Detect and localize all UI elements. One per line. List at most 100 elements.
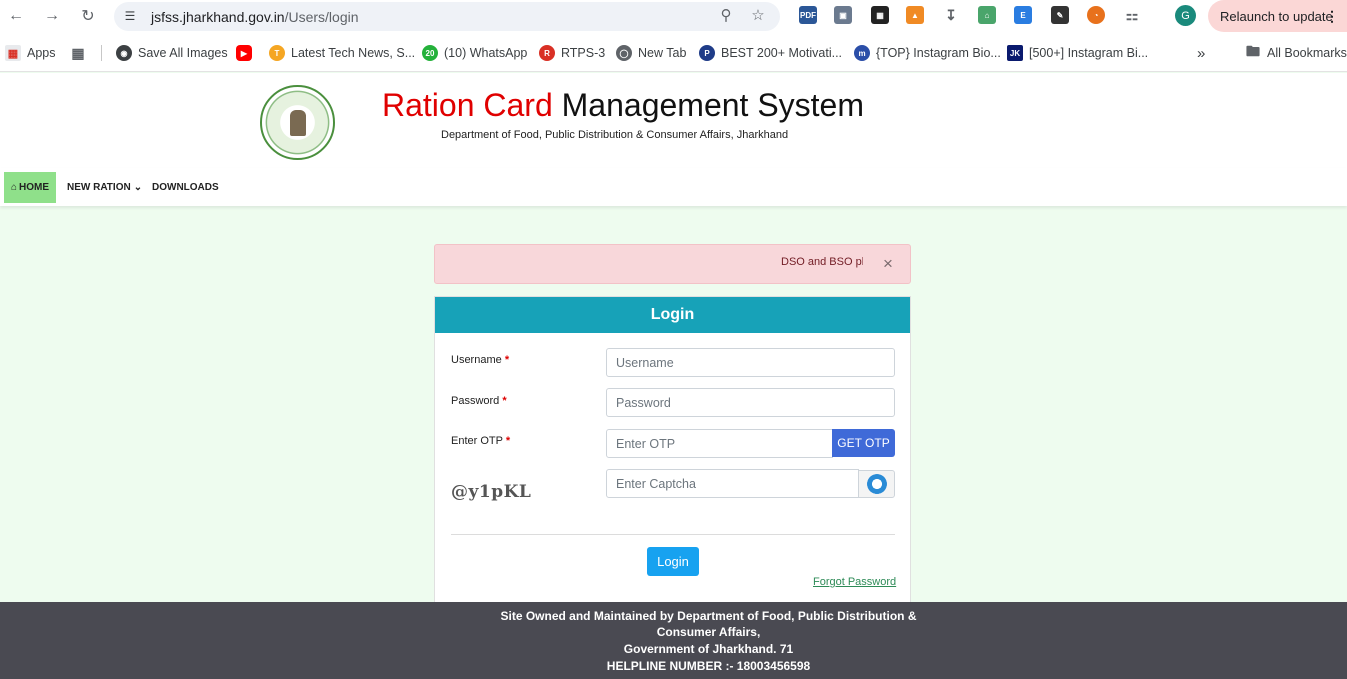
translate-extension-icon[interactable]: E — [1014, 6, 1032, 24]
bookmark-label: All Bookmarks — [1267, 46, 1347, 60]
whatsapp-icon: 20 — [422, 45, 438, 61]
bookmark-new-tab[interactable]: ◯ New Tab — [616, 44, 686, 62]
required-mark: * — [505, 435, 511, 447]
jharkhand-emblem-logo — [260, 85, 335, 160]
bookmark-instagram-bi[interactable]: JK [500+] Instagram Bi... — [1007, 44, 1148, 62]
save-images-icon: ◉ — [116, 45, 132, 61]
tech-news-icon: T — [269, 45, 285, 61]
bookmark-label: [500+] Instagram Bi... — [1029, 46, 1149, 60]
password-label: Password * — [451, 395, 507, 407]
required-mark: * — [504, 354, 510, 366]
bookmark-label: New Tab — [638, 46, 687, 60]
bookmark-label: (10) WhatsApp — [444, 46, 528, 60]
bookmark-save-all-images[interactable]: ◉ Save All Images — [116, 44, 228, 62]
apps-grid-icon: ▦ — [5, 45, 21, 61]
refresh-captcha-button[interactable] — [858, 470, 895, 498]
site-subtitle: Department of Food, Public Distribution … — [441, 129, 789, 141]
bookmark-tech-news[interactable]: T Latest Tech News, S... — [269, 44, 415, 62]
main-navigation: ⌂ HOME NEW RATION ⌄ DOWNLOADS — [0, 168, 1347, 206]
bookmark-rtps[interactable]: R RTPS-3 — [539, 44, 605, 62]
site-title-black: Management System — [561, 87, 864, 123]
bookmark-label: RTPS-3 — [561, 46, 606, 60]
pdf-extension-icon[interactable]: PDF — [799, 6, 817, 24]
username-input[interactable] — [606, 348, 895, 377]
ashoka-pillar-icon — [289, 109, 306, 136]
youtube-icon: ▶ — [236, 45, 252, 61]
site-title: Ration Card Management System — [382, 87, 864, 124]
bookmark-whatsapp[interactable]: 20 (10) WhatsApp — [422, 44, 527, 62]
relaunch-button[interactable]: Relaunch to update ⋮ — [1208, 0, 1347, 32]
password-label-text: Password — [451, 395, 500, 407]
bookmark-all-bookmarks[interactable]: 🖿 All Bookmarks — [1245, 43, 1347, 62]
bookmark-label: BEST 200+ Motivati... — [721, 46, 843, 60]
refresh-icon — [866, 474, 887, 494]
close-icon[interactable]: × — [883, 254, 893, 274]
bookmark-separator — [101, 45, 102, 61]
bookmark-star-icon[interactable]: ☆ — [748, 5, 768, 25]
site-info-icon[interactable]: ☰ — [122, 8, 138, 24]
instagram-bio-icon: m — [854, 45, 870, 61]
bookmark-label: Save All Images — [138, 46, 228, 60]
bookmarks-overflow-chevron-icon[interactable]: » — [1197, 44, 1205, 62]
motivation-icon: P — [699, 45, 715, 61]
site-footer: Site Owned and Maintained by Department … — [0, 602, 1347, 679]
download-icon[interactable]: ↧ — [942, 6, 960, 24]
nav-new-ration[interactable]: NEW RATION ⌄ — [60, 172, 149, 203]
address-bar[interactable]: ☰ jsfss.jharkhand.gov.in/Users/login — [114, 2, 780, 31]
site-header: Ration Card Management System Department… — [0, 73, 1347, 168]
bookmark-apps[interactable]: ▦ Apps — [5, 44, 56, 62]
nav-downloads[interactable]: DOWNLOADS — [145, 172, 226, 203]
circle-extension-icon[interactable]: ◔ — [1087, 6, 1105, 24]
extensions-puzzle-icon[interactable]: ⚏ — [1123, 6, 1141, 24]
screenshot-extension-icon[interactable]: ▣ — [834, 6, 852, 24]
alert-banner: DSO and BSO ple × — [434, 244, 911, 284]
forgot-password-link[interactable]: Forgot Password — [813, 576, 896, 588]
house-extension-icon[interactable]: ⌂ — [978, 6, 996, 24]
site-title-red: Ration Card — [382, 87, 553, 123]
url-path: /Users/login — [284, 9, 359, 25]
get-otp-button[interactable]: GET OTP — [832, 429, 895, 457]
bookmark-instagram-bio[interactable]: m {TOP} Instagram Bio... — [854, 44, 1001, 62]
bookmark-grid[interactable]: ▦ — [70, 44, 92, 62]
alert-message: DSO and BSO ple — [781, 256, 863, 268]
url-text[interactable]: jsfss.jharkhand.gov.in/Users/login — [151, 9, 359, 25]
forward-arrow-icon[interactable]: → — [41, 5, 63, 27]
form-divider — [451, 534, 895, 535]
nav-downloads-label: DOWNLOADS — [152, 182, 219, 193]
bookmark-motivational[interactable]: P BEST 200+ Motivati... — [699, 44, 842, 62]
footer-line-1: Site Owned and Maintained by Department … — [500, 609, 917, 623]
required-mark: * — [502, 395, 507, 407]
folder-icon: 🖿 — [1245, 43, 1261, 61]
login-card-title: Login — [435, 297, 910, 333]
login-submit-button[interactable]: Login — [647, 547, 699, 576]
nav-new-ration-label: NEW RATION — [67, 182, 131, 193]
otp-input[interactable] — [606, 429, 833, 458]
bookmark-youtube[interactable]: ▶ — [236, 44, 258, 62]
more-menu-icon[interactable]: ⋮ — [1325, 8, 1339, 25]
captcha-input[interactable] — [606, 469, 859, 498]
zoom-icon[interactable]: ⚲ — [716, 5, 736, 25]
bookmark-label: Latest Tech News, S... — [291, 46, 416, 60]
reload-icon[interactable]: ↻ — [77, 5, 99, 27]
otp-label-text: Enter OTP — [451, 435, 503, 447]
username-label: Username * — [451, 354, 509, 366]
chevron-down-icon: ⌄ — [133, 182, 143, 193]
fox-extension-icon[interactable]: ▲ — [906, 6, 924, 24]
password-input[interactable] — [606, 388, 895, 417]
qr-extension-icon[interactable]: ▦ — [871, 6, 889, 24]
nav-home[interactable]: ⌂ HOME — [4, 172, 57, 203]
footer-line-3: Government of Jharkhand. 71 — [623, 642, 794, 656]
browser-toolbar: ← → ↻ ☰ jsfss.jharkhand.gov.in/Users/log… — [0, 0, 1347, 33]
url-host: jsfss.jharkhand.gov.in — [151, 9, 285, 25]
otp-label: Enter OTP * — [451, 435, 510, 447]
jk-icon: JK — [1007, 45, 1023, 61]
pen-extension-icon[interactable]: ✎ — [1051, 6, 1069, 24]
footer-helpline: HELPLINE NUMBER :- 18003456598 — [606, 659, 811, 673]
chrome-icon: ◯ — [616, 45, 632, 61]
username-label-text: Username — [451, 354, 502, 366]
profile-avatar[interactable]: G — [1175, 5, 1196, 26]
bookmark-label: Apps — [27, 46, 56, 60]
relaunch-label: Relaunch to update — [1220, 8, 1333, 24]
back-arrow-icon[interactable]: ← — [5, 5, 27, 27]
bookmark-label: {TOP} Instagram Bio... — [876, 46, 1001, 60]
